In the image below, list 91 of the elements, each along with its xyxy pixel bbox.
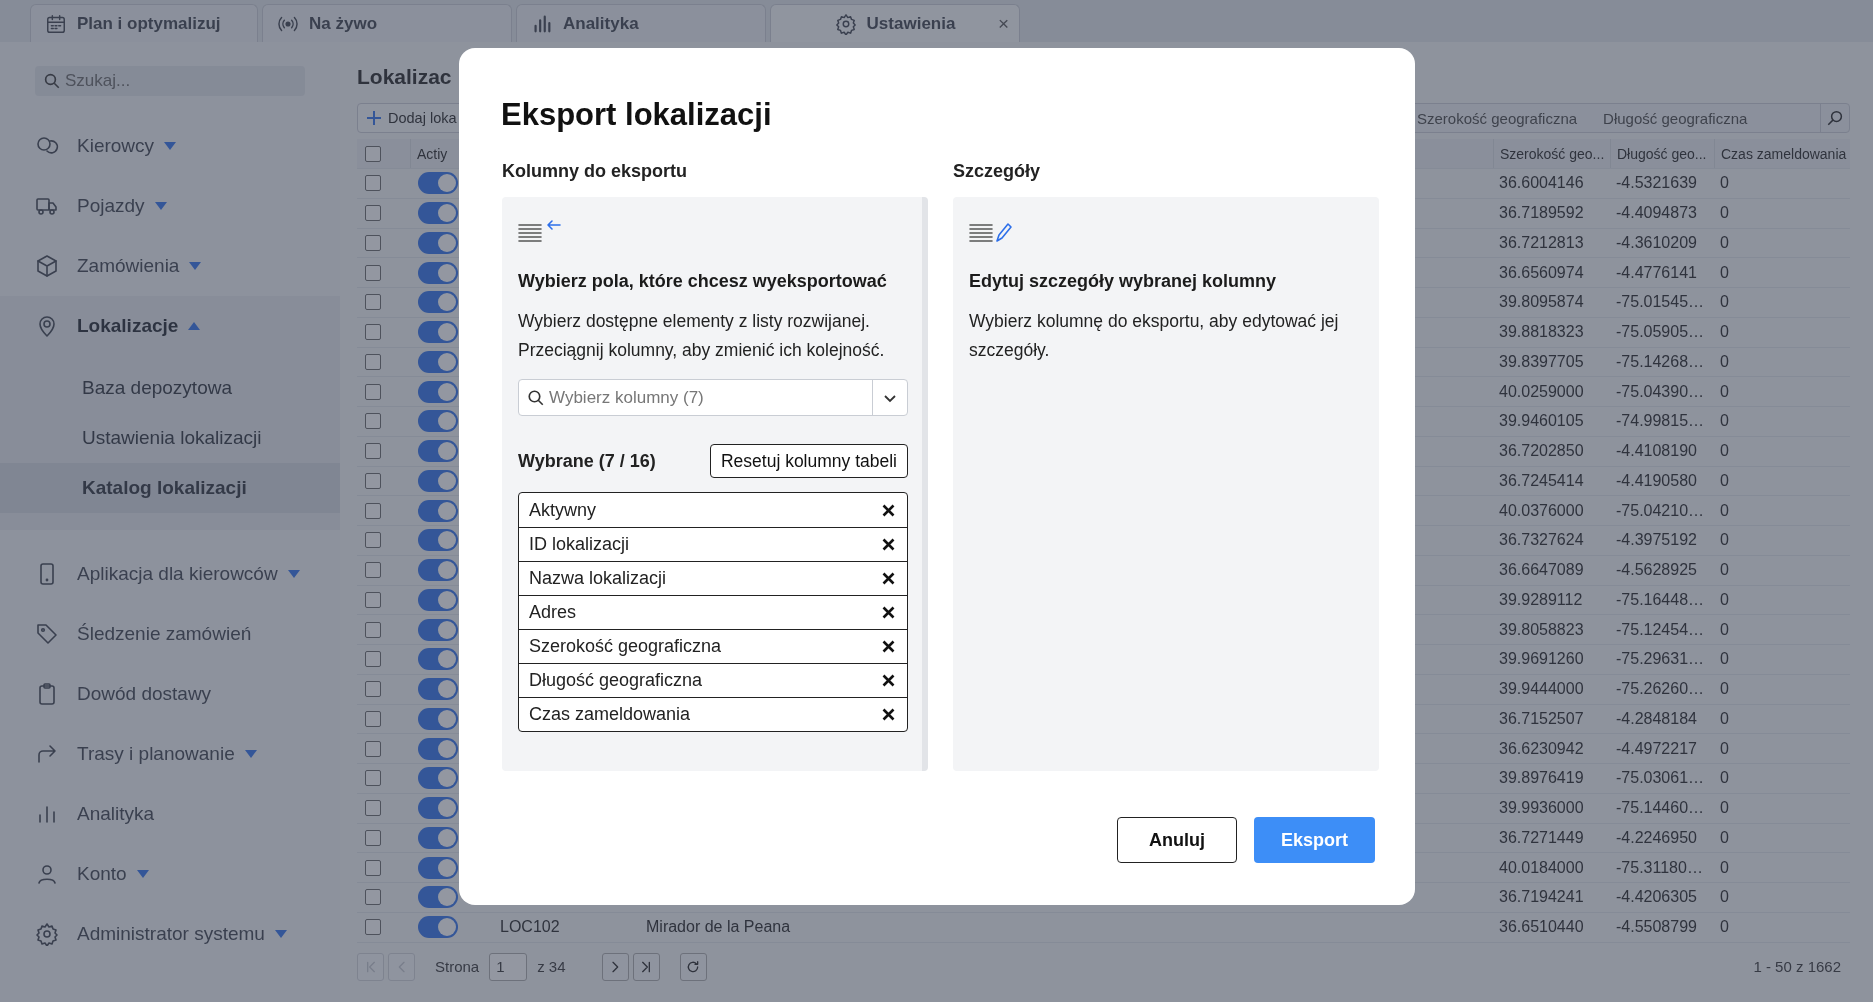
table-cell: -4.2246950 bbox=[1616, 828, 1697, 846]
table-cell: -75.14268… bbox=[1616, 352, 1705, 370]
table-cell: 40.0259000 bbox=[1499, 382, 1584, 400]
table-cell: -75.16448… bbox=[1616, 590, 1705, 608]
table-cell: 0 bbox=[1720, 590, 1729, 608]
table-cell: 39.9289112 bbox=[1499, 590, 1583, 608]
table-cell: 0 bbox=[1720, 174, 1729, 192]
table-cell: -4.3610209 bbox=[1616, 233, 1697, 251]
table-cell: 36.7202850 bbox=[1499, 442, 1584, 460]
page-count: z 34 bbox=[537, 958, 566, 975]
table-cell: 0 bbox=[1720, 888, 1729, 906]
table-cell: -75.03061… bbox=[1616, 769, 1705, 787]
table-cell: 0 bbox=[1720, 531, 1729, 549]
table-cell: -4.4206305 bbox=[1616, 888, 1697, 906]
table-cell: 36.7189592 bbox=[1499, 204, 1584, 222]
table-cell: 39.9460105 bbox=[1499, 412, 1584, 430]
table-cell: 0 bbox=[1720, 323, 1729, 341]
table-cell: 39.8818323 bbox=[1499, 323, 1584, 341]
table-cell: 0 bbox=[1720, 204, 1729, 222]
table-cell: -75.31180… bbox=[1616, 858, 1703, 876]
table-cell: 36.6647089 bbox=[1499, 561, 1584, 579]
panel-heading: Edytuj szczegóły wybranej kolumny bbox=[969, 271, 1278, 292]
table-cell: 0 bbox=[1720, 799, 1729, 817]
table-cell: 0 bbox=[1720, 263, 1729, 281]
table-cell: 0 bbox=[1720, 739, 1729, 757]
table-cell: -75.04390… bbox=[1616, 382, 1705, 400]
table-cell: -75.04210… bbox=[1616, 501, 1705, 519]
table-cell: -4.4972217 bbox=[1616, 739, 1697, 757]
table-cell: -4.5321639 bbox=[1616, 174, 1697, 192]
table-cell: 0 bbox=[1720, 769, 1729, 787]
table-cell: 39.9936000 bbox=[1499, 799, 1584, 817]
table-cell: 40.0184000 bbox=[1499, 858, 1584, 876]
table-cell: 0 bbox=[1720, 233, 1729, 251]
table-cell: 0 bbox=[1720, 471, 1729, 489]
table-cell: 0 bbox=[1720, 412, 1729, 430]
table-cell: -4.5508799 bbox=[1616, 918, 1697, 936]
table-cell: 0 bbox=[1720, 680, 1729, 698]
page-label: Strona bbox=[435, 958, 480, 975]
table-cell: -75.01545… bbox=[1616, 293, 1705, 311]
table-cell: 36.7245414 bbox=[1499, 471, 1584, 489]
table-cell: 0 bbox=[1720, 561, 1729, 579]
table-cell: -4.5628925 bbox=[1616, 561, 1697, 579]
record-range: 1 - 50 z 1662 bbox=[1753, 958, 1842, 975]
table-cell: -75.12454… bbox=[1616, 620, 1705, 638]
page-title: Lokalizac bbox=[357, 64, 453, 90]
table-cell: -75.05905… bbox=[1616, 323, 1705, 341]
table-cell: 0 bbox=[1720, 382, 1729, 400]
table-cell: 36.6510440 bbox=[1499, 918, 1584, 936]
table-cell: 0 bbox=[1720, 650, 1729, 668]
table-cell: 0 bbox=[1720, 501, 1729, 519]
table-cell: -74.99815… bbox=[1616, 412, 1705, 430]
table-cell: 0 bbox=[1720, 709, 1729, 727]
table-cell: 0 bbox=[1720, 858, 1729, 876]
table-cell: 0 bbox=[1720, 918, 1729, 936]
section-label: Szczegóły bbox=[953, 161, 1042, 183]
table-cell: -4.4190580 bbox=[1616, 471, 1697, 489]
panel-heading: Wybierz pola, które chcesz wyeksportować bbox=[518, 271, 888, 292]
selected-count-label: Wybrane (7 / 16) bbox=[518, 450, 656, 472]
panel-description: Wybierz kolumnę do eksportu, aby edytować jej szczegóły. bbox=[969, 310, 1340, 362]
table-cell: 39.8397705 bbox=[1499, 352, 1584, 370]
table-cell: -4.3975192 bbox=[1616, 531, 1697, 549]
table-cell: -4.4776141 bbox=[1616, 263, 1697, 281]
table-cell: 36.6004146 bbox=[1499, 174, 1584, 192]
table-cell: 36.6230942 bbox=[1499, 739, 1584, 757]
table-cell: 0 bbox=[1720, 352, 1729, 370]
table-cell: 36.7194241 bbox=[1499, 888, 1584, 906]
panel-description: Wybierz dostępne elementy z listy rozwijanej. Przeciągnij kolumny, aby zmienić ich kolejność. bbox=[518, 310, 886, 362]
table-cell: 36.7152507 bbox=[1499, 709, 1584, 727]
table-cell: 0 bbox=[1720, 620, 1729, 638]
table-cell: 39.9444000 bbox=[1499, 680, 1584, 698]
table-cell: -75.14460… bbox=[1616, 799, 1705, 817]
section-label: Kolumny do eksportu bbox=[502, 161, 688, 183]
table-cell: -4.4108190 bbox=[1616, 442, 1697, 460]
table-cell: LOC102 bbox=[500, 918, 560, 936]
table-cell: -75.29631… bbox=[1616, 650, 1705, 668]
table-cell: 0 bbox=[1720, 442, 1729, 460]
table-cell: 0 bbox=[1720, 293, 1729, 311]
table-cell: 39.9691260 bbox=[1499, 650, 1584, 668]
table-cell: -75.26260… bbox=[1616, 680, 1705, 698]
table-cell: 36.7327624 bbox=[1499, 531, 1584, 549]
table-cell: -4.2848184 bbox=[1616, 709, 1697, 727]
table-cell: 39.8976419 bbox=[1499, 769, 1584, 787]
table-cell: 40.0376000 bbox=[1499, 501, 1584, 519]
table-cell: 36.7271449 bbox=[1499, 828, 1584, 846]
table-cell: 36.7212813 bbox=[1499, 233, 1584, 251]
table-cell: 39.8095874 bbox=[1499, 293, 1584, 311]
table-cell: Mirador de la Peana bbox=[646, 918, 791, 936]
table-cell: -4.4094873 bbox=[1616, 204, 1697, 222]
table-cell: 36.6560974 bbox=[1499, 263, 1584, 281]
table-cell: 0 bbox=[1720, 828, 1729, 846]
table-cell: 39.8058823 bbox=[1499, 620, 1584, 638]
